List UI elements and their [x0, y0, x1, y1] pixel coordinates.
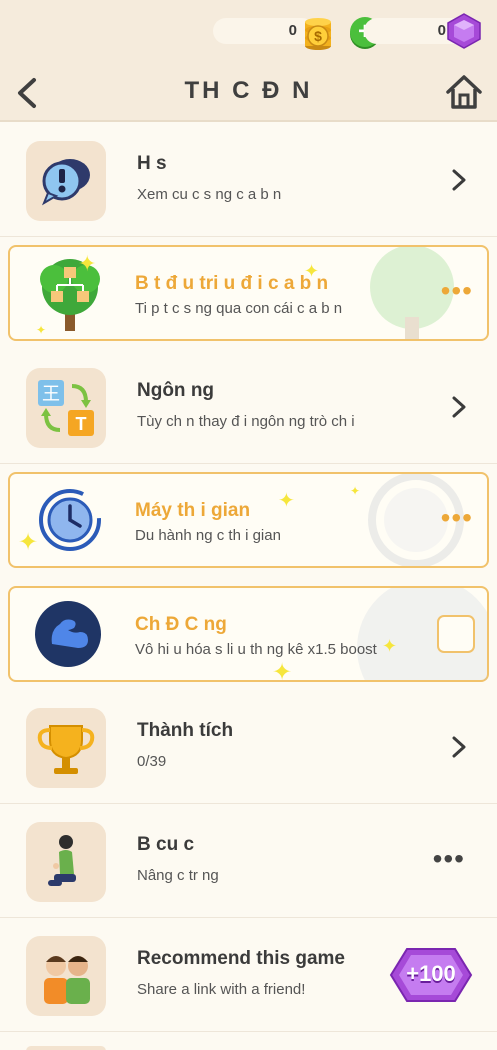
reward-badge: +100 [389, 945, 473, 1005]
kneeling-person-icon [26, 822, 106, 902]
menu-row-language[interactable]: 王 T Ngôn ng Tùy ch n thay đ i ngôn ng tr… [0, 351, 497, 464]
gem-icon [447, 13, 481, 49]
strength-mode-checkbox[interactable] [437, 615, 475, 653]
row-subtitle: Xem cu c s ng c a b n [137, 186, 282, 203]
svg-text:T: T [76, 414, 87, 434]
menu-row-strength-mode[interactable]: ✦ ✦ Ch Đ C ng Vô hi u hóa s li u th ng k… [8, 586, 489, 686]
menu-row-recommend[interactable]: Recommend this game Share a link with a … [0, 919, 497, 1032]
svg-text:$: $ [314, 28, 322, 44]
row-title: Máy th i gian [135, 500, 251, 521]
row-subtitle: Ti p t c s ng qua con cái c a b n [135, 300, 343, 317]
reward-amount: +100 [406, 961, 456, 986]
muscle-icon [35, 601, 101, 667]
trophy-icon [26, 708, 106, 788]
time-machine-icon [39, 489, 101, 551]
row-title: Recommend this game [137, 948, 345, 969]
sparkle-icon: ✦ [78, 251, 97, 276]
chevron-right-icon [452, 736, 466, 758]
coin-stack-icon: $ [305, 18, 331, 50]
row-subtitle: Tùy ch n thay đ i ngôn ng trò ch i [137, 413, 355, 430]
back-arrow-icon[interactable] [12, 76, 42, 110]
top-bar: 0 $ + 0 TH C Đ N [0, 0, 497, 122]
more-options-icon[interactable]: ••• [441, 504, 473, 532]
row-title: Ch Đ C ng [135, 614, 227, 635]
friends-icon [26, 936, 106, 1016]
more-options-icon[interactable]: ••• [441, 277, 473, 305]
page-title: TH C Đ N [184, 77, 313, 104]
row-subtitle: 0/39 [137, 753, 167, 770]
chevron-right-icon [452, 169, 466, 191]
sparkle-icon: ✦ [272, 659, 293, 686]
row-subtitle: Nâng c tr ng [137, 867, 219, 884]
row-subtitle: Du hành ng c th i gian [135, 527, 281, 544]
sparkle-icon: ✦ [18, 529, 39, 556]
menu-row-profile[interactable]: H s Xem cu c s ng c a b n [0, 124, 497, 237]
row-title: Thành tích [137, 720, 234, 741]
language-icon: 王 T [26, 368, 106, 448]
sparkle-icon: ✦ [36, 323, 47, 337]
svg-text:王: 王 [42, 384, 60, 405]
chevron-right-icon [452, 396, 466, 418]
sparkle-icon: ✦ [350, 484, 361, 498]
row-subtitle: Vô hi u hóa s li u th ng kê x1.5 boost [135, 641, 377, 658]
sparkle-icon: ✦ [382, 636, 398, 656]
coins-value: 0 [288, 22, 297, 39]
row-title: B cu c [137, 834, 195, 855]
row-subtitle: Share a link with a friend! [137, 981, 306, 998]
menu-row-achievements[interactable]: Thành tích 0/39 [0, 691, 497, 804]
sparkle-icon: ✦ [278, 490, 295, 512]
menu-row-time-machine[interactable]: ✦ ✦ ✦ Máy th i gian Du hành ng c th i gi… [8, 472, 489, 568]
menu-row-surrender[interactable]: B cu c Nâng c tr ng ••• [0, 805, 497, 918]
row-title: H s [137, 153, 167, 174]
profile-info-icon [26, 141, 106, 221]
next-row-icon-peek [26, 1046, 106, 1050]
row-title: Ngôn ng [137, 380, 215, 401]
home-icon[interactable] [444, 72, 484, 112]
more-options-icon[interactable]: ••• [433, 845, 465, 873]
row-title: B t đ u tri u đ i c a b n [135, 273, 329, 294]
menu-row-new-generation[interactable]: ✦ ✦ ✦ B t đ u tri u đ i c a b n Ti p t c… [8, 245, 489, 341]
